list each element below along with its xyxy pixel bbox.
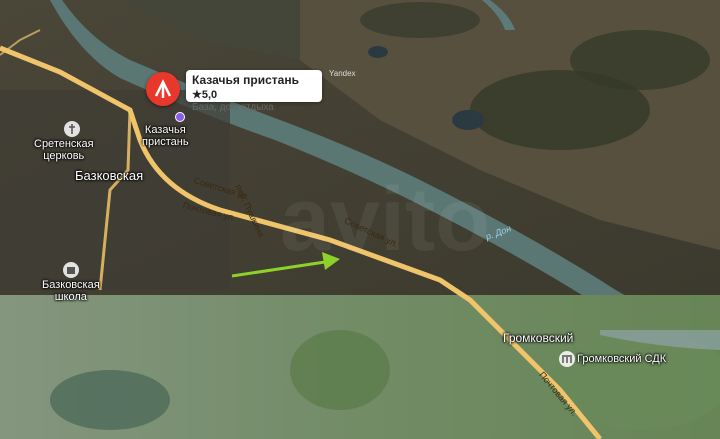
school-icon[interactable] [63, 262, 79, 278]
poi-subtitle: База, дом отдыха [192, 102, 274, 113]
village-label-bazkovskaya: Базковская [75, 168, 144, 183]
poi-map-label: Казачья пристань [142, 124, 189, 148]
church-label: Сретенская церковь [34, 138, 94, 162]
poi-title: Казачья пристань [192, 73, 299, 87]
sdk-label: Громковский СДК [577, 353, 667, 365]
poi-card[interactable]: Казачья пристань ★5,0 База, дом отдыха [186, 70, 322, 113]
poi-rating: ★5,0 [192, 89, 218, 101]
svg-text:avito: avito [280, 170, 490, 270]
village-label-gromkovsky: Громковский [503, 331, 574, 345]
church-icon[interactable] [64, 121, 80, 137]
school-label: Базковская школа [42, 279, 100, 303]
poi-pin-icon[interactable] [146, 72, 180, 106]
map-attribution: Yandex [329, 69, 356, 78]
map-canvas[interactable]: avito [0, 0, 720, 439]
sdk-icon[interactable] [559, 351, 575, 367]
poi-location-dot [175, 112, 185, 122]
